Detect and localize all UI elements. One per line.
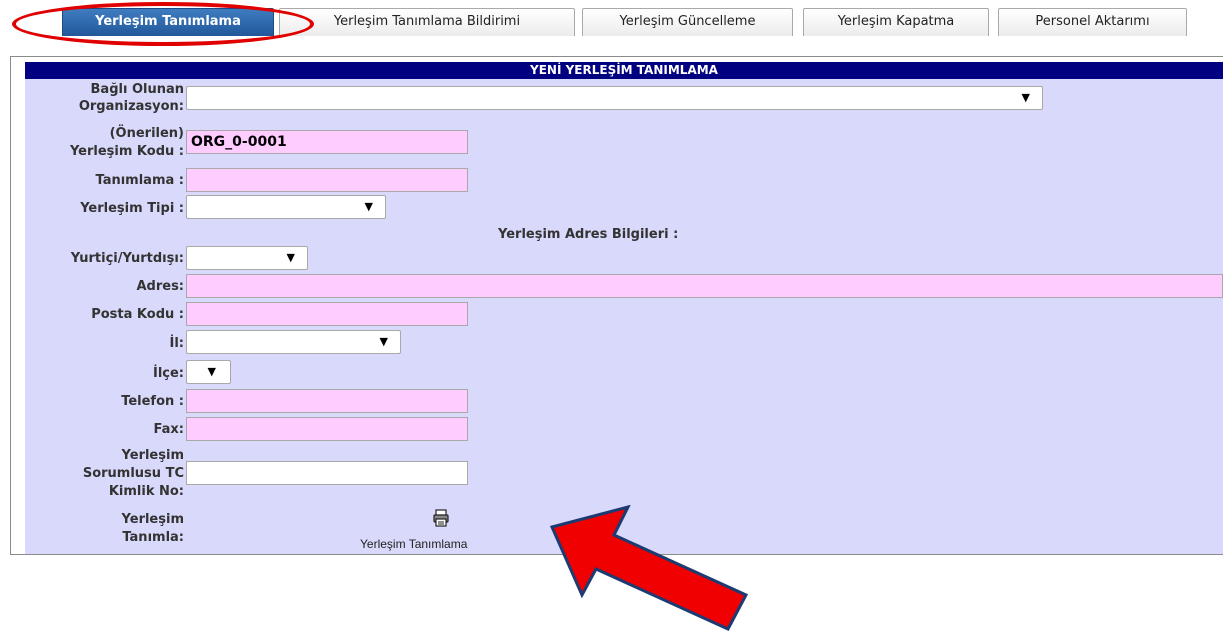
onerilen-label: (Önerilen) [109,126,184,141]
yerlesim-tanimla-label-2: Tanımla: [122,530,184,545]
yerlesim-tanimla-label-1: Yerleşim [121,512,184,527]
tab-personel-aktarimi[interactable]: Personel Aktarımı [998,8,1187,36]
chevron-down-icon: ▼ [207,365,216,378]
chevron-down-icon: ▼ [364,200,373,213]
yerlesim-kodu-field[interactable] [186,130,468,154]
yerlesim-tipi-label: Yerleşim Tipi : [80,201,184,216]
fax-label: Fax: [153,422,184,437]
tanimlama-field[interactable] [186,168,468,192]
form-title: YENİ YERLEŞİM TANIMLAMA [25,62,1223,79]
posta-kodu-field[interactable] [186,302,468,326]
yerlesim-tanimlama-action[interactable]: Yerleşim Tanımlama [360,537,467,551]
sorumlu-tc-field[interactable] [186,461,468,485]
chevron-down-icon: ▼ [286,251,295,264]
fax-field[interactable] [186,417,468,441]
tab-yerlesim-tanimlama[interactable]: Yerleşim Tanımlama [62,8,274,36]
printer-icon[interactable] [432,509,450,527]
posta-kodu-label: Posta Kodu : [91,307,184,322]
yerlesim-sorumlusu-label-1: Yerleşim [121,448,184,463]
tab-yerlesim-tanimlama-bildirimi[interactable]: Yerleşim Tanımlama Bildirimi [279,8,575,36]
yurtici-select[interactable]: ▼ [186,246,308,270]
tab-yerlesim-kapatma[interactable]: Yerleşim Kapatma [803,8,989,36]
ilce-label: İlçe: [152,366,184,381]
adres-field[interactable] [186,274,1223,298]
address-section-title: Yerleşim Adres Bilgileri : [498,227,679,242]
yerlesim-sorumlusu-label-2: Sorumlusu TC [82,466,184,481]
yerlesim-tipi-select[interactable]: ▼ [186,195,386,219]
organizasyon-label: Organizasyon: [78,99,184,114]
chevron-down-icon: ▼ [1021,91,1030,104]
tab-yerlesim-guncelleme[interactable]: Yerleşim Güncelleme [582,8,793,36]
ilce-select[interactable]: ▼ [186,360,231,384]
il-label: İl: [169,336,185,351]
organization-select[interactable]: ▼ [186,86,1043,110]
red-arrow-icon [549,505,749,631]
adres-label: Adres: [136,279,184,294]
chevron-down-icon: ▼ [379,335,388,348]
telefon-label: Telefon : [121,394,184,409]
yurtici-label: Yurtiçi/Yurtdışı: [70,251,184,266]
il-select[interactable]: ▼ [186,330,401,354]
bagli-olunan-label: Bağlı Olunan [90,82,184,97]
yerlesim-kodu-label: Yerleşim Kodu : [69,144,184,159]
tanimlama-label: Tanımlama : [95,173,185,188]
yerlesim-sorumlusu-label-3: Kimlik No: [108,484,184,499]
telefon-field[interactable] [186,389,468,413]
